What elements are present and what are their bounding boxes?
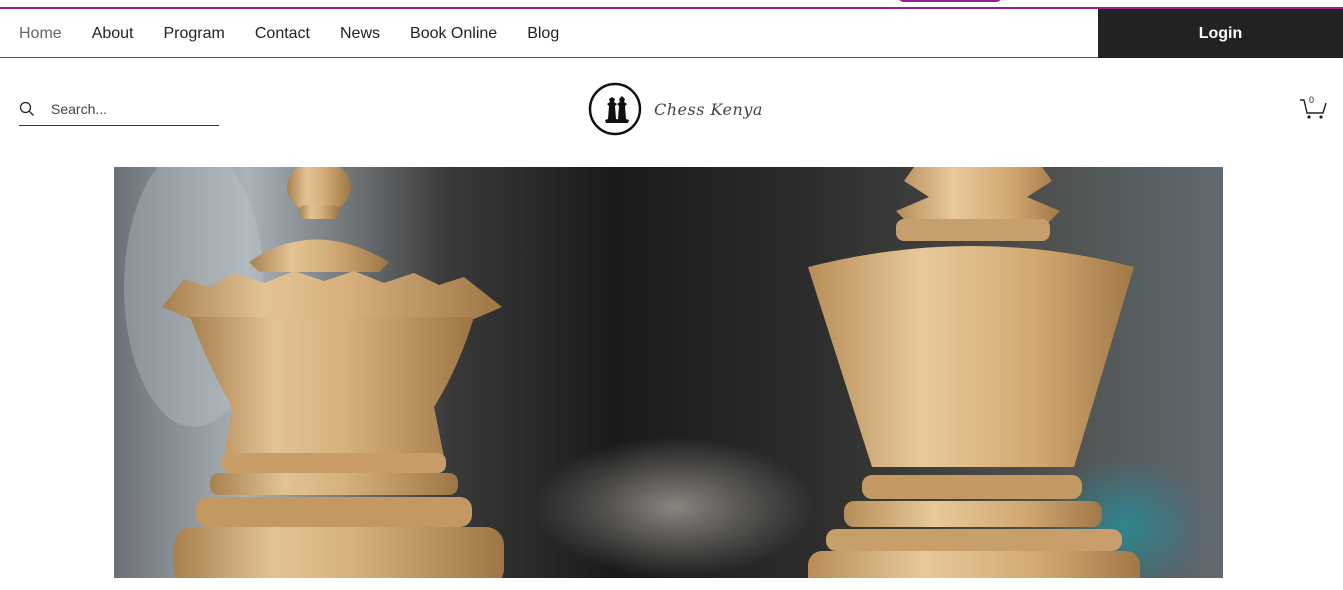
site-logo[interactable]: Chess Kenya: [588, 81, 763, 137]
login-button[interactable]: Login: [1098, 9, 1343, 58]
nav-item-news[interactable]: News: [340, 25, 380, 43]
cart-button[interactable]: 0: [1298, 94, 1328, 122]
top-accent-border: [0, 0, 1343, 9]
search-input[interactable]: [51, 100, 201, 117]
hero-image: [114, 167, 1223, 578]
nav-item-blog[interactable]: Blog: [527, 25, 559, 43]
nav-item-book-online[interactable]: Book Online: [410, 25, 497, 43]
search-box[interactable]: [19, 92, 219, 126]
chess-pieces-photo: [114, 167, 1223, 578]
nav-item-about[interactable]: About: [92, 25, 134, 43]
search-icon: [19, 101, 35, 117]
nav-item-home[interactable]: Home: [19, 25, 62, 43]
main-nav: Home About Program Contact News Book Onl…: [0, 9, 1098, 58]
chess-pieces-logo-icon: [588, 82, 642, 136]
cart-count: 0: [1309, 95, 1315, 105]
top-pill-decoration: [898, 0, 1002, 2]
logo-text: Chess Kenya: [654, 99, 763, 119]
cart-icon: [1298, 99, 1328, 126]
nav-item-contact[interactable]: Contact: [255, 25, 310, 43]
nav-item-program[interactable]: Program: [164, 25, 225, 43]
nav-list: Home About Program Contact News Book Onl…: [19, 9, 589, 58]
